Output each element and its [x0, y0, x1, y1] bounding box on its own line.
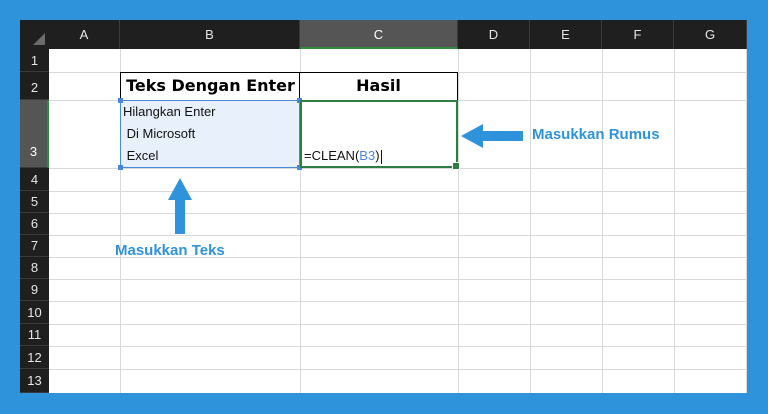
- formula-reference: B3: [359, 148, 376, 164]
- formula-text[interactable]: =CLEAN(B3): [304, 148, 382, 164]
- row-header-10[interactable]: 10: [20, 301, 49, 324]
- text-cursor: [380, 150, 382, 164]
- gridline: [49, 191, 747, 192]
- cell-c3-active[interactable]: =CLEAN(B3): [300, 100, 460, 170]
- row-header-8[interactable]: 8: [20, 257, 49, 279]
- annotation-masukkan-teks: Masukkan Teks: [115, 242, 225, 259]
- gridline: [49, 324, 747, 325]
- annotation-masukkan-rumus: Masukkan Rumus: [532, 126, 660, 143]
- corner-select-icon: [33, 33, 45, 45]
- cell-b3[interactable]: Hilangkan Enter Di Microsoft Excel: [118, 98, 302, 170]
- arrow-left-icon: [461, 124, 523, 148]
- row-header-2[interactable]: 2: [20, 72, 49, 100]
- row-header-12[interactable]: 12: [20, 346, 49, 369]
- cell-b3-line-2: Di Microsoft: [123, 126, 196, 141]
- row-header-1[interactable]: 1: [20, 49, 49, 72]
- formula-suffix: ): [375, 148, 380, 164]
- gridline: [49, 301, 747, 302]
- gridline: [49, 235, 747, 236]
- cell-b3-line-1: Hilangkan Enter: [123, 104, 216, 119]
- column-header-g[interactable]: G: [674, 20, 747, 49]
- arrow-up-icon: [168, 178, 192, 234]
- row-header-7[interactable]: 7: [20, 235, 49, 257]
- gridline: [49, 213, 747, 214]
- column-header-e[interactable]: E: [530, 20, 602, 49]
- column-header-d[interactable]: D: [458, 20, 530, 49]
- fill-handle[interactable]: [452, 162, 460, 170]
- range-handle-bottom-left[interactable]: [118, 165, 123, 170]
- row-header-13[interactable]: 13: [20, 369, 49, 393]
- column-header-f[interactable]: F: [602, 20, 674, 49]
- gridline: [49, 279, 747, 280]
- row-header-4[interactable]: 4: [20, 168, 49, 191]
- cell-c2[interactable]: Hasil: [299, 72, 458, 101]
- column-header-c[interactable]: C: [300, 20, 458, 49]
- select-all-corner[interactable]: [20, 20, 49, 49]
- gridline: [49, 369, 747, 370]
- row-header-5[interactable]: 5: [20, 191, 49, 213]
- row-header-3[interactable]: 3: [20, 100, 49, 168]
- column-header-b[interactable]: B: [120, 20, 300, 49]
- gridline: [49, 346, 747, 347]
- cell-b3-line-3: Excel: [123, 148, 159, 163]
- range-handle-top-left[interactable]: [118, 98, 123, 103]
- gridline: [49, 168, 747, 169]
- cell-b2[interactable]: Teks Dengan Enter: [120, 72, 301, 101]
- row-header-9[interactable]: 9: [20, 279, 49, 301]
- column-header-a[interactable]: A: [49, 20, 120, 49]
- formula-prefix: =CLEAN(: [304, 148, 360, 164]
- row-header-6[interactable]: 6: [20, 213, 49, 235]
- row-header-11[interactable]: 11: [20, 324, 49, 346]
- spreadsheet-window: A B C D E F G 1 2 3 4 5 6 7 8 9 10 11 12…: [20, 20, 747, 393]
